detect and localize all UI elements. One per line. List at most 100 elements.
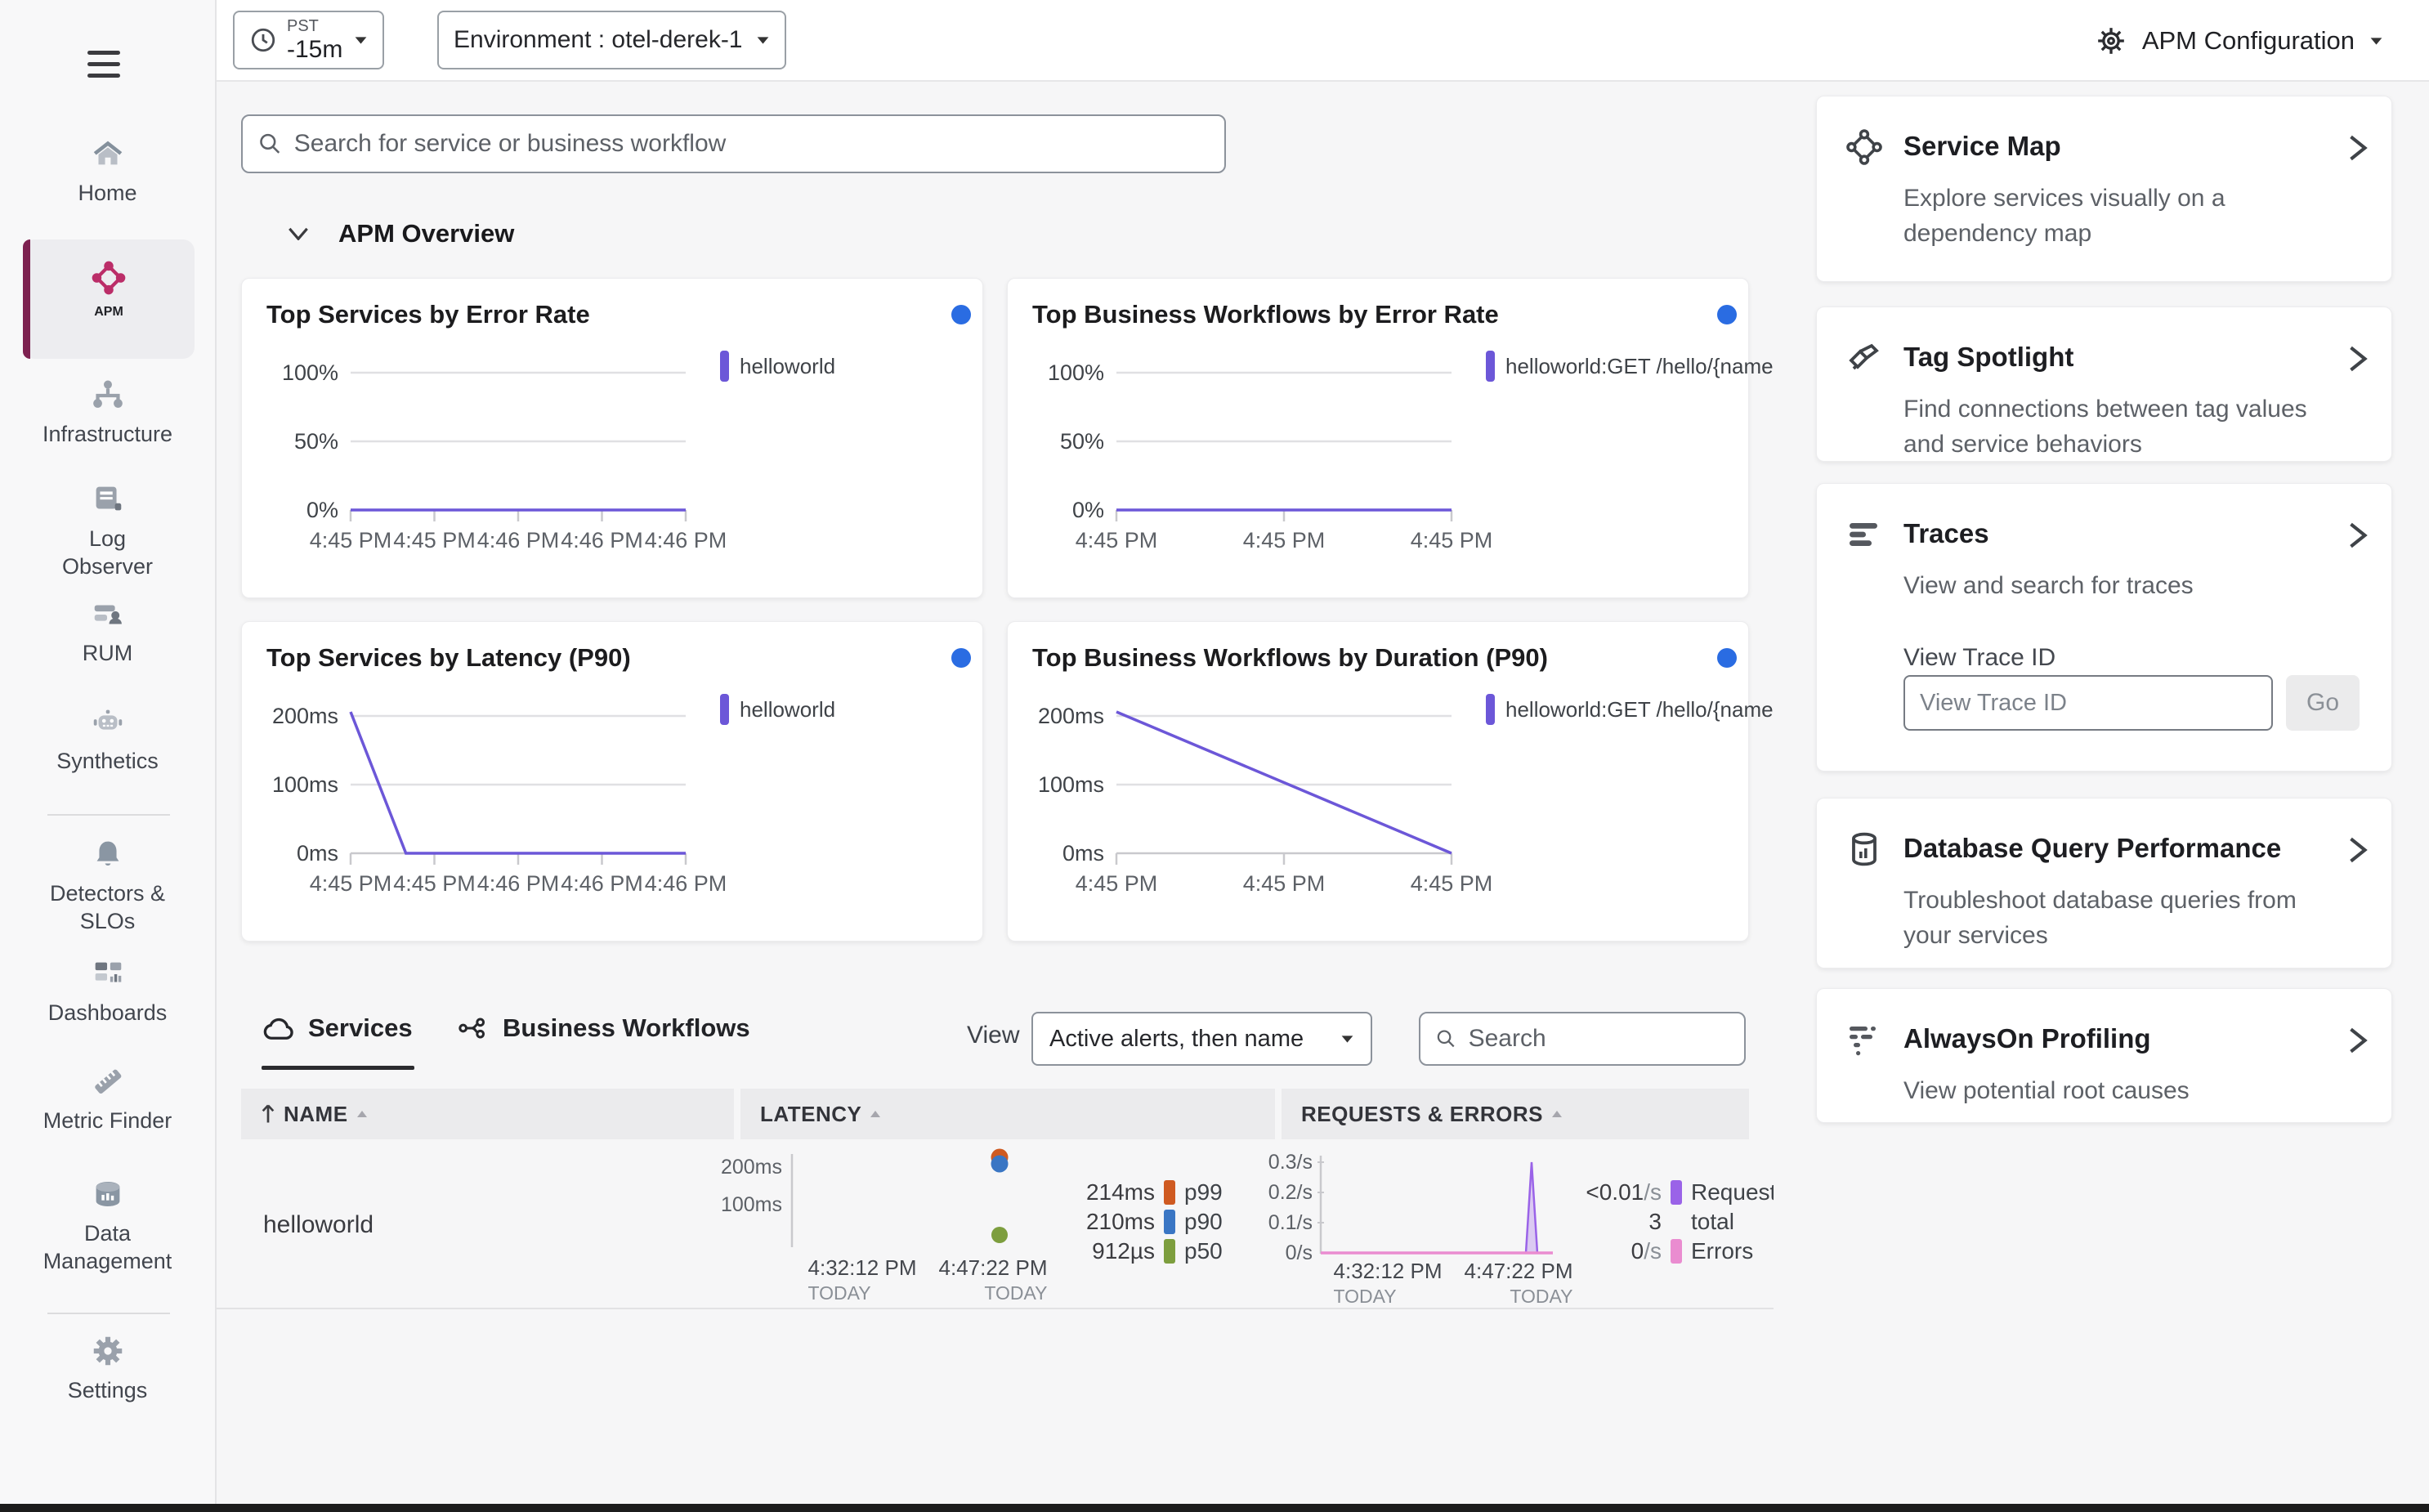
chevron-right-icon [2350,522,2368,548]
chevron-right-icon [2350,135,2368,161]
home-icon [93,141,122,165]
sidebar-item-dashboards[interactable]: Dashboards [0,955,215,1027]
card-title: AlwaysOn Profiling [1903,1023,2151,1053]
card-title: Service Map [1903,131,2061,161]
window-bottom-edge [0,1504,2429,1512]
apm-configuration-menu[interactable]: APM Configuration [2095,0,2383,82]
table-search-input[interactable] [1468,1025,1729,1053]
caret-down-icon [355,36,367,44]
gear-icon [2097,28,2124,54]
caret-down-icon [757,36,768,44]
column-header-label: NAME [284,1101,348,1126]
chevron-right-icon [2350,837,2368,863]
card-description: Troubleshoot database queries from your … [1903,887,2297,949]
card-traces[interactable]: Traces View and search for traces View T… [1816,483,2392,772]
sidebar-item-metric-finder[interactable]: Metric Finder [0,1062,215,1135]
chart-card-top-business-workflows-by-error-rate: Top Business Workflows by Error Rate 100… [1007,278,1792,598]
trace-id-input[interactable] [1920,689,2257,717]
requests-y-tick: 0.2/s [1268,1181,1313,1204]
tab-services[interactable]: Services [262,1013,413,1043]
requests-total-stat: 3 total [1648,1209,1734,1234]
x-axis-labels: 4:45 PM 4:45 PM 4:45 PM [1075,871,1493,896]
card-service-map[interactable]: Service Map Explore services visually on… [1816,96,2392,282]
sidebar-item-label: Settings [67,1378,148,1402]
sidebar-item-infrastructure[interactable]: Infrastructure [0,376,215,449]
sidebar-item-synthetics[interactable]: Synthetics [0,703,215,776]
environment-dropdown[interactable]: Environment : otel-derek-1 [437,11,786,69]
p90-swatch [1164,1210,1175,1234]
sidebar-item-label: Infrastructure [42,422,173,446]
metric-finder-icon [94,1069,121,1094]
tab-label: Services [308,1013,413,1042]
y-axis-labels: 100% 50% 0% [1047,360,1104,522]
legend-swatch [720,351,729,382]
sidebar-item-rum[interactable]: RUM [0,595,215,668]
log-observer-icon [96,486,121,511]
service-name-link[interactable]: helloworld [263,1211,374,1239]
column-header-label: REQUESTS & ERRORS [1301,1101,1543,1126]
trace-id-field[interactable] [1903,675,2273,731]
caret-down-icon [1341,1035,1353,1043]
hamburger-menu-icon[interactable] [87,51,120,85]
latency-p50-stat: 912µs p50 [1092,1238,1223,1264]
legend-label: helloworld:GET /hello/{name?} [1505,696,1792,722]
profiling-icon [1850,1027,1876,1056]
x-axis-labels: 4:45 PM 4:45 PM 4:45 PM [1075,528,1493,552]
column-header-latency[interactable]: LATENCY [740,1089,1275,1139]
bell-icon [96,841,119,866]
apm-icon [92,261,126,295]
sidebar-item-label: Data Management [42,1221,172,1273]
card-description: Find connections between tag values and … [1903,396,2307,458]
synthetics-icon [93,709,122,730]
sidebar-item-data-management[interactable]: Data Management [0,1175,215,1276]
latency-x-tick: 4:47:22 PM TODAY [938,1255,1048,1304]
chevron-right-icon [2350,346,2368,372]
card-alwayson-profiling[interactable]: AlwaysOn Profiling View potential root c… [1816,988,2392,1123]
cloud-icon [263,1018,293,1040]
table-row-helloworld[interactable]: helloworld 200ms 100ms 4:32:12 PM TODAY 4… [217,1139,1787,1309]
environment-value: Environment : otel-derek-1 [454,26,743,53]
table-search-bar[interactable] [1419,1012,1746,1066]
tab-business-workflows[interactable]: Business Workflows [458,1013,750,1043]
sort-caret-icon [870,1111,881,1117]
line-chart-plot [349,371,687,521]
card-tag-spotlight[interactable]: Tag Spotlight Find connections between t… [1816,306,2392,462]
chart-legend: helloworld:GET /hello/{name?} [1486,694,1792,725]
sidebar-item-settings[interactable]: Settings [0,1332,215,1405]
sidebar-item-label: Metric Finder [42,1108,172,1133]
chart-title: Top Business Workflows by Error Rate [1032,300,1499,329]
go-button[interactable]: Go [2286,675,2360,731]
errors-swatch [1671,1239,1682,1264]
time-range-picker[interactable]: PST -15m [233,11,385,69]
column-header-requests-errors[interactable]: REQUESTS & ERRORS [1282,1089,1749,1139]
service-search-bar[interactable] [241,114,1226,173]
card-database-query-performance[interactable]: Database Query Performance Troubleshoot … [1816,798,2392,968]
alert-status-dot [951,305,971,324]
line-chart-plot [1115,371,1453,521]
latency-scatter-plot [790,1148,1009,1247]
view-sort-dropdown[interactable]: Active alerts, then name [1031,1012,1372,1066]
errors-rate-stat: 0/s Errors [1631,1238,1754,1264]
requests-rate-stat: <0.01/s Requests [1586,1179,1788,1205]
latency-p90-stat: 210ms p90 [1085,1209,1223,1234]
line-chart-plot [349,711,687,865]
latency-y-tick: 200ms [720,1156,782,1179]
workflow-icon [459,1018,485,1039]
apm-overview-section-toggle[interactable]: APM Overview [288,219,514,248]
section-title: APM Overview [338,219,515,248]
timezone-label: PST [287,17,319,35]
service-search-input[interactable] [293,130,1210,158]
time-range-value: -15m [287,36,343,63]
sidebar-item-detectors-slos[interactable]: Detectors & SLOs [0,835,215,936]
sidebar-item-log-observer[interactable]: Log Observer [0,481,215,581]
x-axis-labels: 4:45 PM 4:45 PM 4:46 PM 4:46 PM 4:46 PM [309,528,727,552]
chevron-down-icon [289,227,308,240]
chart-legend: helloworld [720,694,835,725]
latency-x-tick: 4:32:12 PM TODAY [807,1255,917,1304]
requests-x-tick: 4:32:12 PM TODAY [1333,1259,1443,1307]
sidebar-item-apm[interactable]: APM [23,239,195,359]
column-header-name[interactable]: NAME [241,1089,734,1139]
legend-label: helloworld [740,353,836,378]
sidebar-item-home[interactable]: Home [0,135,215,208]
chart-title: Top Services by Error Rate [266,300,590,329]
